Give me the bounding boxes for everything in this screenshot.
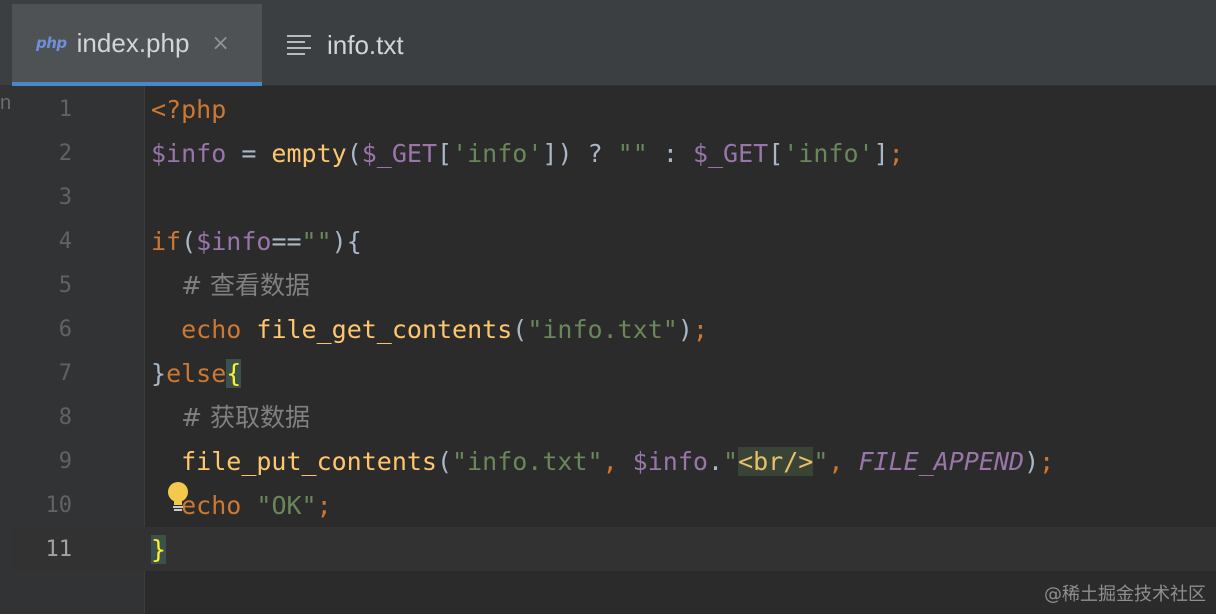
php-file-icon: php [36,34,67,52]
watermark: @稀土掘金技术社区 [1044,584,1206,605]
tab-label: info.txt [327,29,404,60]
line-number: 5 [58,273,72,298]
token: empty [271,139,347,168]
token: "" [617,139,648,168]
token: $info [196,227,272,256]
token: if [151,227,182,256]
code-line-2[interactable]: $info = empty($_GET['info']) ? "" : $_GE… [151,132,904,176]
token: $_GET [692,139,769,168]
comment: # 获取数据 [181,403,311,432]
token: else [166,359,227,388]
token: " [723,447,739,476]
matched-brace: { [226,359,242,388]
token: file_get_contents [256,315,513,344]
line-number: 10 [45,493,73,518]
token: " [813,447,829,476]
code-line-1[interactable]: <?php [151,88,226,132]
code-line-11[interactable]: } [151,528,167,572]
token: 'info' [783,139,874,168]
token: ( [512,315,528,344]
token: "" [301,227,332,256]
code-line-5[interactable]: # 查看数据 [151,264,310,308]
token: file_put_contents [181,447,437,476]
current-line-highlight [12,527,1216,571]
code-line-6[interactable]: echo file_get_contents("info.txt"); [151,308,708,352]
code-line-8[interactable]: # 获取数据 [151,396,310,440]
token: ( [181,227,197,256]
comment: # 查看数据 [181,271,311,300]
token: "info.txt" [452,447,603,476]
token: } [151,359,167,388]
token: ; [888,139,904,168]
token: "info.txt" [527,315,678,344]
line-number: 4 [58,229,72,254]
tab-label: index.php [76,27,190,58]
token: ( [346,139,362,168]
line-number: 7 [58,361,72,386]
token: ; [692,315,708,344]
token: ) [557,139,573,168]
token: : [647,139,693,168]
line-number: 6 [58,317,72,342]
project-panel-edge [0,86,12,614]
tab-info-txt[interactable]: info.txt [270,4,470,86]
token: "OK" [256,491,317,520]
line-number: 8 [58,405,72,430]
token: ; [1039,447,1055,476]
token: [ [437,139,453,168]
line-number-current: 11 [45,537,73,562]
token: ) [331,227,347,256]
token: == [271,227,302,256]
token: { [346,227,362,256]
token: . [707,447,723,476]
code-line-7[interactable]: }else{ [151,352,242,396]
token: ) [1024,447,1040,476]
token: [ [768,139,784,168]
matched-brace: } [151,535,167,564]
token: $_GET [361,139,438,168]
close-icon[interactable]: × [211,31,229,56]
token: ) [677,315,693,344]
token: ] [873,139,889,168]
line-number: 3 [58,185,72,210]
token: $info [632,447,708,476]
token: $info [151,139,227,168]
token: ; [316,491,332,520]
token: 'info' [452,139,543,168]
line-number: 9 [58,449,72,474]
tab-index-php[interactable]: php index.php × [12,4,262,86]
line-number: 1 [58,97,72,122]
line-number: 2 [58,141,72,166]
html-tag: <br/> [738,447,814,476]
editor-tab-bar: php index.php × info.txt [0,0,1216,86]
lightbulb-icon[interactable] [165,481,191,515]
token: ( [436,447,453,476]
token: echo [181,315,242,344]
php-open-tag: <?php [151,95,227,124]
code-line-4[interactable]: if($info==""){ [151,220,362,264]
token: ] [542,139,558,168]
token: FILE_APPEND [858,447,1025,476]
token: , [602,447,633,476]
code-line-9[interactable]: file_put_contents("info.txt", $info."<br… [151,440,1054,484]
text-file-icon [287,34,313,56]
token: = [226,139,272,168]
token: , [828,447,859,476]
token: ? [572,139,618,168]
